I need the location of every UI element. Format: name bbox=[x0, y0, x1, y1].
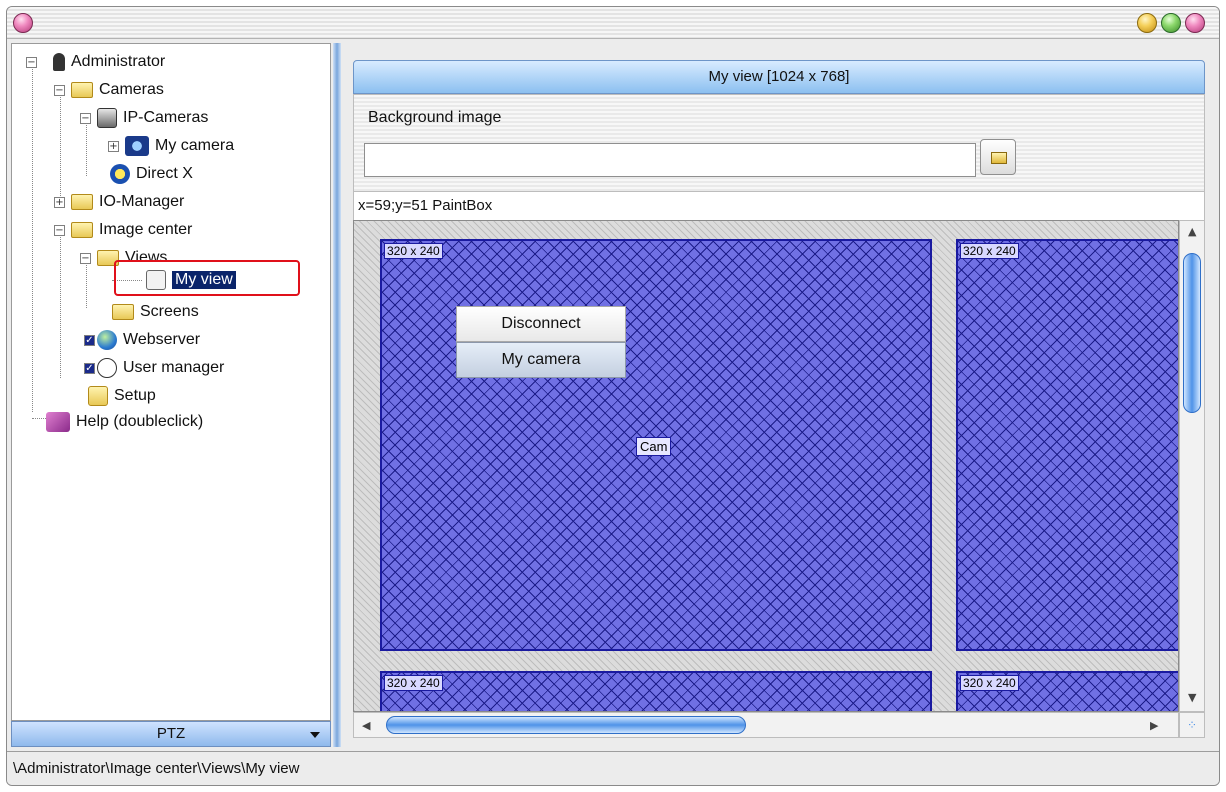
tree-label: IP-Cameras bbox=[123, 109, 209, 126]
folder-icon bbox=[71, 82, 93, 98]
cell-size-label: 320 x 240 bbox=[960, 675, 1019, 691]
ptz-label: PTZ bbox=[156, 725, 186, 742]
ip-cameras-icon bbox=[97, 108, 117, 128]
tree-item-webserver[interactable]: ✓ Webserver bbox=[84, 328, 200, 352]
tree-item-cameras[interactable]: − Cameras bbox=[54, 78, 164, 102]
scroll-left-icon[interactable]: ◀ bbox=[362, 719, 370, 732]
tree-label: Help (doubleclick) bbox=[76, 413, 204, 430]
tree-item-io-manager[interactable]: + IO-Manager bbox=[54, 190, 184, 214]
cell-size-label: 320 x 240 bbox=[384, 675, 443, 691]
maximize-button[interactable] bbox=[1161, 13, 1181, 33]
status-path: \Administrator\Image center\Views\My vie… bbox=[13, 760, 300, 777]
horizontal-scrollbar[interactable]: ◀ ▶ bbox=[353, 712, 1179, 738]
tree-item-image-center[interactable]: − Image center bbox=[54, 218, 192, 242]
scroll-right-icon[interactable]: ▶ bbox=[1150, 719, 1158, 732]
background-image-input[interactable] bbox=[364, 143, 976, 177]
camera-cell[interactable]: 320 x 240 Cam bbox=[380, 239, 932, 651]
selection-highlight bbox=[114, 260, 300, 296]
tree-item-help[interactable]: Help (doubleclick) bbox=[46, 410, 203, 434]
checkbox-checked-icon[interactable]: ✓ bbox=[84, 362, 95, 374]
camera-cell[interactable]: 320 x 240 bbox=[956, 671, 1178, 711]
folder-icon bbox=[991, 152, 1007, 164]
close-button[interactable] bbox=[1185, 13, 1205, 33]
setup-icon bbox=[88, 386, 108, 406]
minimize-button[interactable] bbox=[1137, 13, 1157, 33]
folder-icon bbox=[112, 304, 134, 320]
globe-icon bbox=[97, 330, 117, 350]
context-menu: Disconnect My camera bbox=[456, 306, 626, 378]
tree-item-administrator[interactable]: − Administrator bbox=[26, 50, 165, 74]
app-window: − Administrator − Cameras − IP-Cameras +… bbox=[6, 6, 1220, 786]
tree-item-my-camera[interactable]: + My camera bbox=[108, 134, 234, 158]
coords-text: x=59;y=51 PaintBox bbox=[358, 197, 493, 214]
title-bar bbox=[7, 7, 1219, 39]
resize-grip-icon[interactable]: ⁘ bbox=[1179, 712, 1205, 738]
panel-splitter[interactable] bbox=[333, 43, 341, 747]
checkbox-checked-icon[interactable]: ✓ bbox=[84, 334, 95, 346]
camera-cell[interactable]: 320 x 240 bbox=[380, 671, 932, 711]
folder-icon bbox=[71, 222, 93, 238]
background-image-label: Background image bbox=[368, 109, 502, 126]
tree-label: Administrator bbox=[71, 53, 166, 70]
status-bar: \Administrator\Image center\Views\My vie… bbox=[7, 751, 1219, 785]
cell-size-label: 320 x 240 bbox=[384, 243, 443, 259]
ptz-dropdown[interactable]: PTZ bbox=[11, 721, 331, 747]
help-book-icon bbox=[46, 412, 70, 432]
tree-label: Screens bbox=[140, 303, 199, 320]
coordinate-readout: x=59;y=51 PaintBox bbox=[353, 192, 1205, 220]
tree-label: Webserver bbox=[123, 331, 201, 348]
view-title-bar: My view [1024 x 768] bbox=[353, 60, 1205, 94]
users-icon bbox=[97, 358, 117, 378]
view-editor: My view [1024 x 768] Background image x=… bbox=[353, 60, 1205, 750]
tree-item-screens[interactable]: Screens bbox=[112, 300, 199, 324]
scroll-down-icon[interactable]: ▼ bbox=[1188, 691, 1196, 704]
camera-cell[interactable]: 320 x 240 bbox=[956, 239, 1178, 651]
menu-item-my-camera[interactable]: My camera bbox=[456, 342, 626, 378]
chevron-down-icon bbox=[310, 732, 320, 738]
scroll-up-icon[interactable]: ▲ bbox=[1188, 225, 1196, 238]
user-icon bbox=[53, 53, 65, 71]
background-image-panel: Background image bbox=[353, 94, 1205, 192]
tree-item-direct-x[interactable]: Direct X bbox=[110, 162, 193, 186]
vertical-scrollbar[interactable]: ▲ ▼ bbox=[1179, 220, 1205, 712]
tree-label: User manager bbox=[123, 359, 225, 376]
tree-label: Direct X bbox=[136, 165, 193, 182]
tree-item-ip-cameras[interactable]: − IP-Cameras bbox=[80, 106, 208, 130]
tree-item-setup[interactable]: Setup bbox=[88, 384, 156, 408]
tree-label: My camera bbox=[155, 137, 235, 154]
view-title: My view [1024 x 768] bbox=[708, 68, 850, 85]
cam-label: Cam bbox=[636, 437, 672, 456]
tree-item-user-manager[interactable]: ✓ User manager bbox=[84, 356, 224, 380]
camera-icon bbox=[125, 136, 149, 156]
folder-icon bbox=[71, 194, 93, 210]
navigation-tree: − Administrator − Cameras − IP-Cameras +… bbox=[11, 43, 331, 721]
cell-size-label: 320 x 240 bbox=[960, 243, 1019, 259]
tree-label: IO-Manager bbox=[99, 193, 185, 210]
menu-item-disconnect[interactable]: Disconnect bbox=[456, 306, 626, 342]
tree-label: Image center bbox=[99, 221, 193, 238]
tree-label: Setup bbox=[114, 387, 156, 404]
tree-label: Cameras bbox=[99, 81, 164, 98]
directx-icon bbox=[110, 164, 130, 184]
paintbox-canvas[interactable]: 320 x 240 Cam 320 x 240 320 x 240 320 x … bbox=[353, 220, 1179, 712]
vertical-scroll-thumb[interactable] bbox=[1183, 253, 1201, 413]
horizontal-scroll-thumb[interactable] bbox=[386, 716, 746, 734]
window-menu-orb-icon[interactable] bbox=[13, 13, 33, 33]
browse-button[interactable] bbox=[980, 139, 1016, 175]
